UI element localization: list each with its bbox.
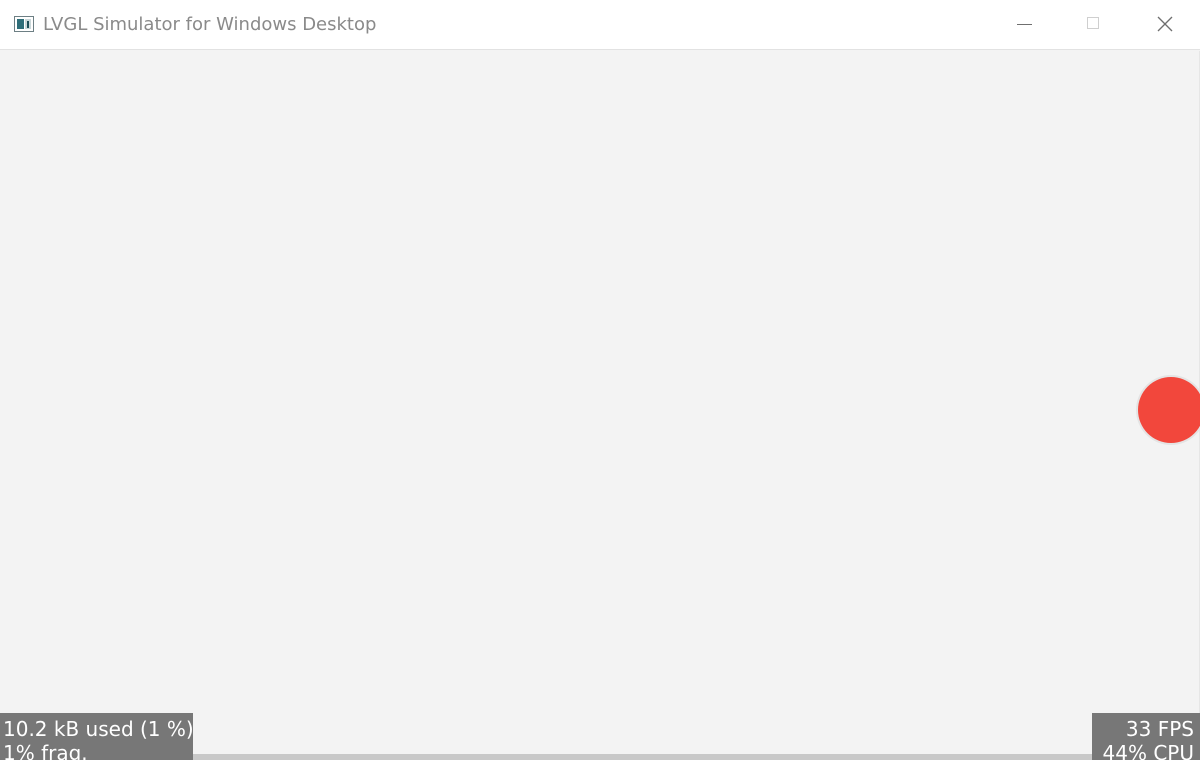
maximize-icon [1087,17,1099,29]
window-title: LVGL Simulator for Windows Desktop [43,14,377,35]
memory-monitor: 10.2 kB used (1 %) 1% frag. [0,713,193,760]
memory-frag-label: 1% frag. [3,741,88,760]
close-icon [1157,16,1173,32]
fps-label: 33 FPS [1125,717,1194,741]
title-bar[interactable]: LVGL Simulator for Windows Desktop [0,0,1200,50]
memory-used-label: 10.2 kB used (1 %) [3,717,193,741]
maximize-button[interactable] [1065,0,1121,50]
cpu-label: 44% CPU [1102,741,1194,760]
close-button[interactable] [1136,0,1192,50]
minimize-button[interactable] [997,0,1053,50]
minimize-icon [1017,24,1032,25]
lvgl-display-canvas[interactable]: 10.2 kB used (1 %) 1% frag. 33 FPS 44% C… [0,51,1200,760]
performance-monitor: 33 FPS 44% CPU [1092,713,1200,760]
red-circle-object[interactable] [1138,377,1200,443]
simulator-window: LVGL Simulator for Windows Desktop 10.2 … [0,0,1200,760]
app-icon [14,16,34,32]
